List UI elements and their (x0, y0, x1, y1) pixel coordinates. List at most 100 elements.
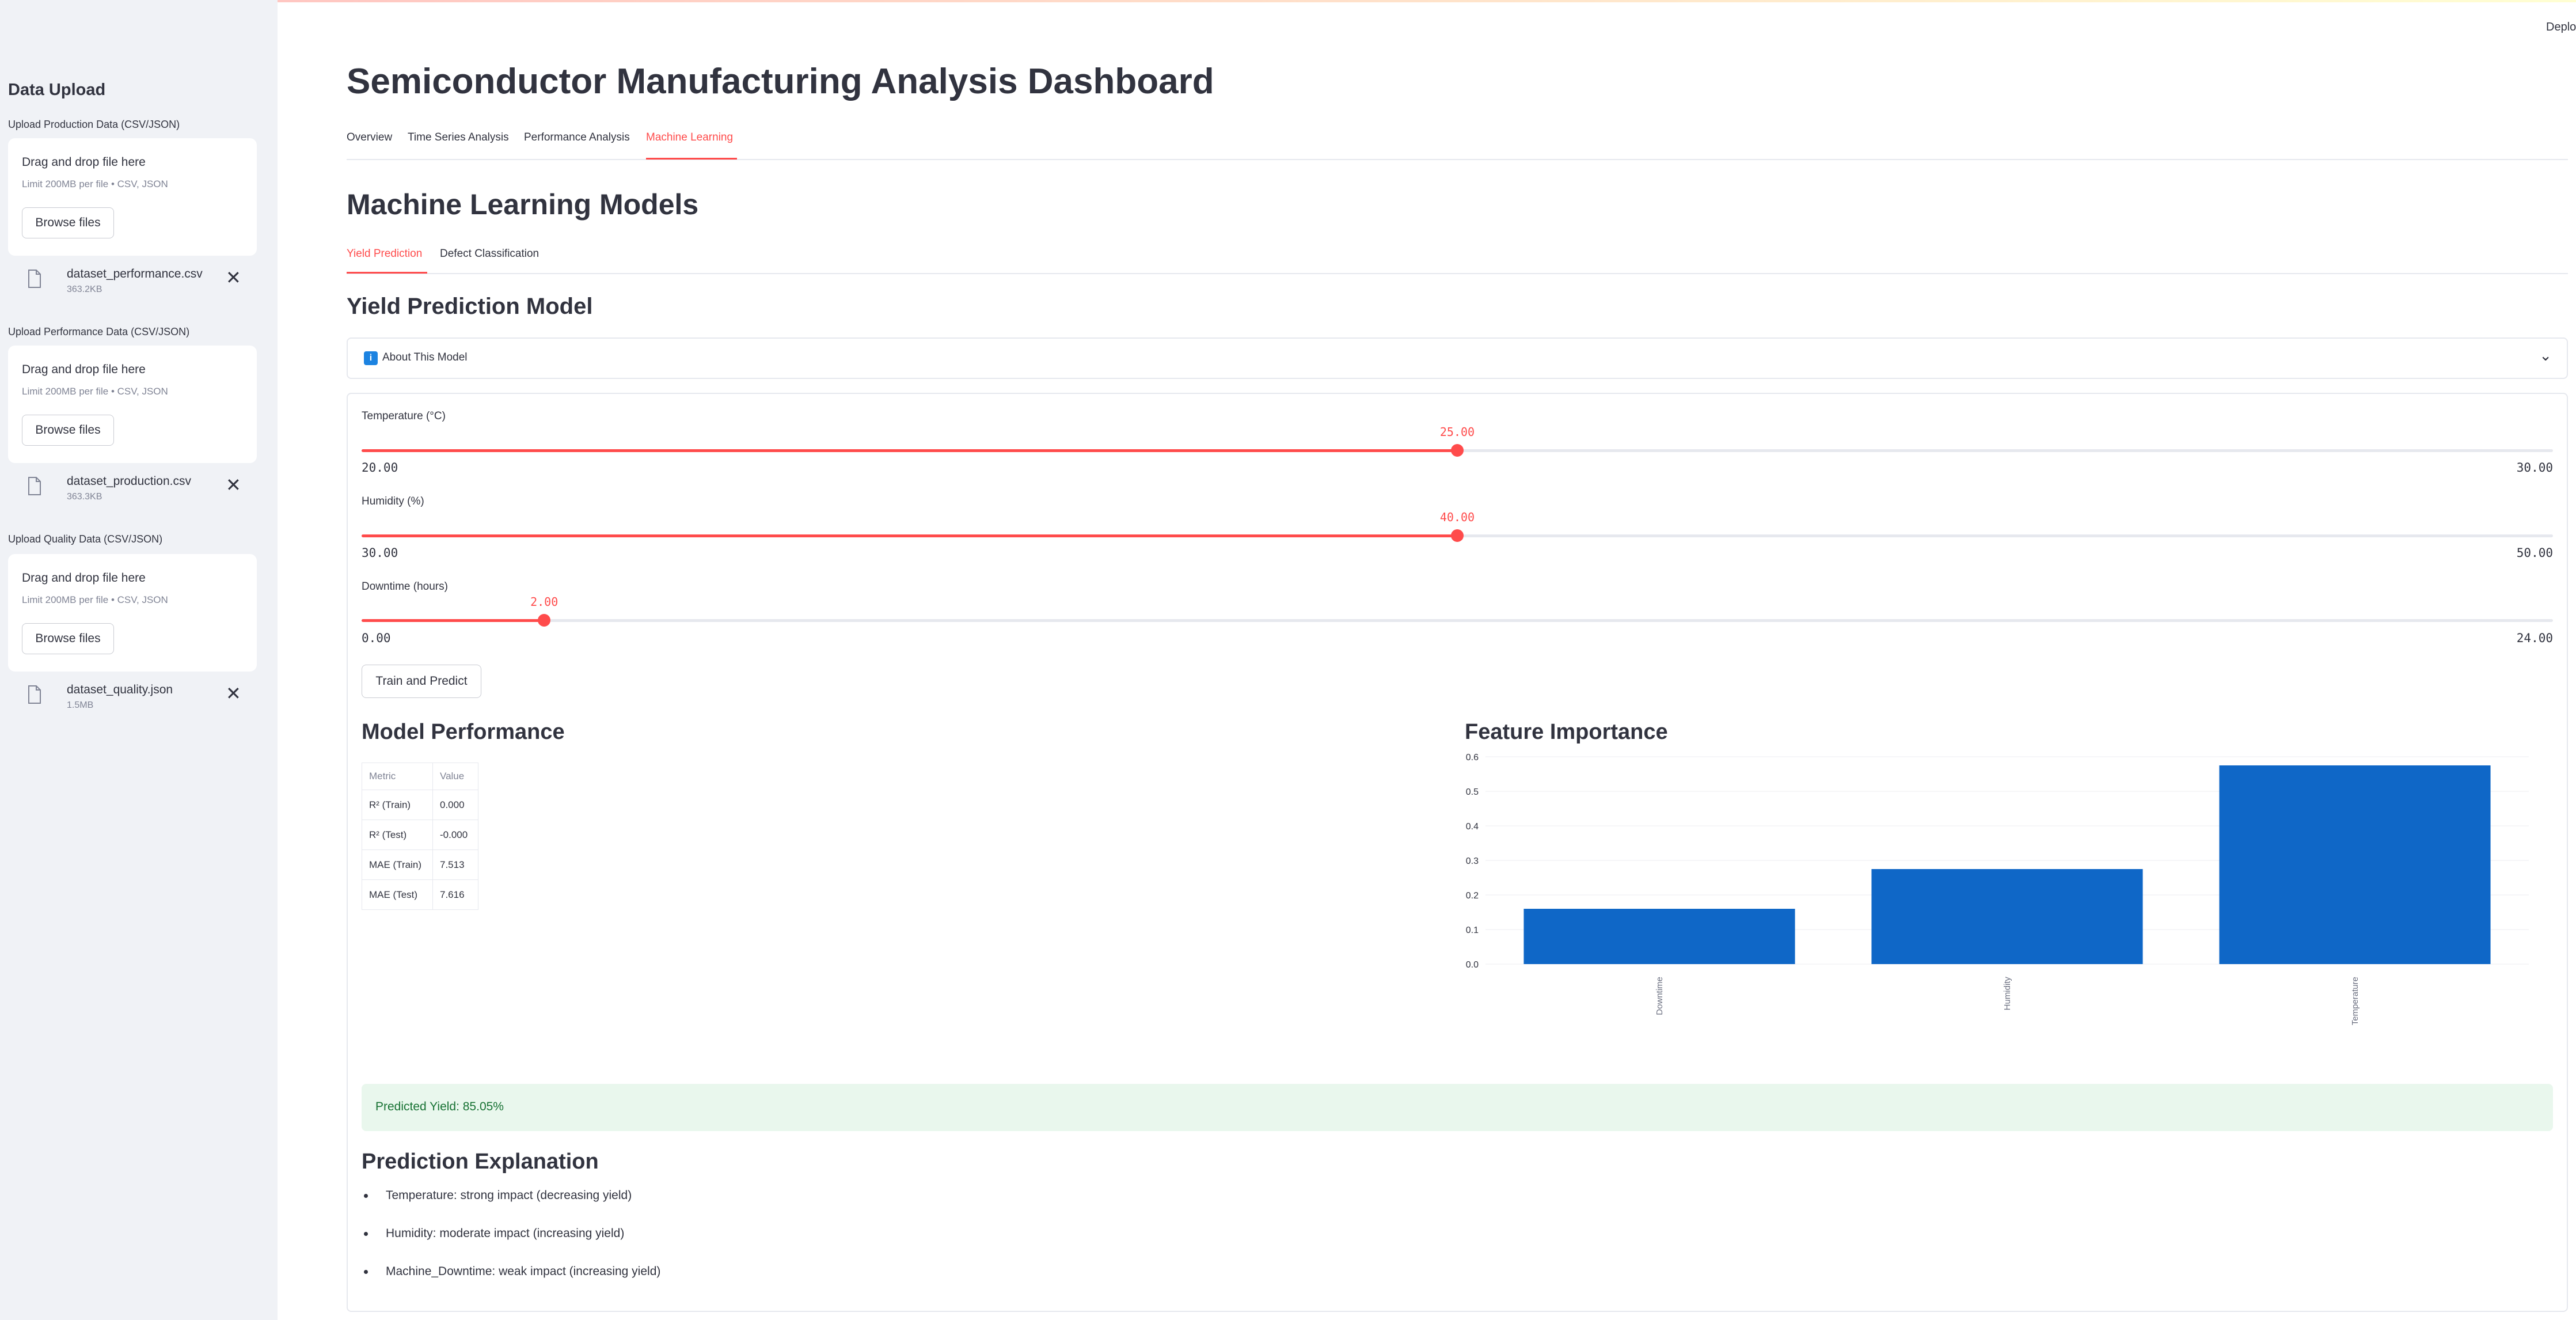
tab-machine-learning[interactable]: Machine Learning (646, 131, 733, 144)
deploy-button[interactable]: Deplo (2546, 21, 2576, 34)
slider-max: 24.00 (2516, 631, 2553, 645)
uploaded-file-row: dataset_production.csv 363.3KB ✕ (8, 471, 257, 506)
remove-file-icon[interactable]: ✕ (226, 266, 241, 289)
y-tick-label: 0.2 (1466, 891, 1479, 901)
upload-quality-label: Upload Quality Data (CSV/JSON) (8, 533, 163, 545)
slider-max: 50.00 (2516, 546, 2553, 560)
temperature-slider-label: Temperature (°C) (362, 410, 446, 422)
upload-production-label: Upload Production Data (CSV/JSON) (8, 119, 180, 130)
y-tick-label: 0.1 (1466, 925, 1479, 935)
y-tick-label: 0.3 (1466, 856, 1479, 866)
browse-files-button[interactable]: Browse files (22, 623, 114, 654)
file-name: dataset_quality.json (67, 683, 173, 696)
dropzone-title: Drag and drop file here (22, 571, 146, 585)
slider-min: 20.00 (362, 461, 398, 475)
file-icon (28, 685, 41, 704)
uploaded-file-row: dataset_quality.json 1.5MB ✕ (8, 680, 257, 714)
remove-file-icon[interactable]: ✕ (226, 682, 241, 705)
y-tick-label: 0.0 (1466, 960, 1479, 970)
x-tick-label: Downtime (1655, 977, 1665, 1015)
browse-files-button[interactable]: Browse files (22, 415, 114, 446)
bar-temperature (2219, 765, 2491, 964)
x-tick-label: Temperature (2350, 977, 2360, 1025)
file-size: 363.3KB (67, 492, 102, 502)
bar-humidity (1871, 869, 2143, 964)
active-tab-indicator (646, 158, 737, 160)
table-row: R² (Test) -0.000 (362, 820, 478, 850)
remove-file-icon[interactable]: ✕ (226, 473, 241, 496)
uploaded-file-row: dataset_performance.csv 363.2KB ✕ (8, 264, 257, 298)
slider-max: 30.00 (2516, 461, 2553, 475)
metric-cell: R² (Train) (362, 790, 433, 820)
slider-fill (362, 449, 1457, 452)
table-row: MAE (Test) 7.616 (362, 879, 478, 910)
slider-value: 25.00 (1439, 425, 1475, 439)
value-cell: -0.000 (432, 820, 478, 850)
file-size: 1.5MB (67, 700, 94, 710)
list-item: Humidity: moderate impact (increasing yi… (362, 1227, 660, 1265)
slider-thumb[interactable] (1451, 444, 1464, 457)
file-icon (28, 270, 41, 288)
main-tabs: Overview Time Series Analysis Performanc… (347, 128, 2568, 160)
value-cell: 7.513 (432, 849, 478, 880)
tab-overview[interactable]: Overview (347, 131, 392, 144)
upload-performance-label: Upload Performance Data (CSV/JSON) (8, 326, 190, 337)
feature-importance-title: Feature Importance (1465, 720, 1668, 744)
y-tick-label: 0.5 (1466, 787, 1479, 797)
metric-cell: R² (Test) (362, 820, 433, 850)
prediction-alert: Predicted Yield: 85.05% (362, 1084, 2553, 1131)
slider-min: 0.00 (362, 631, 391, 645)
file-name: dataset_production.csv (67, 475, 191, 488)
chevron-down-icon: ⌄ (2539, 347, 2552, 364)
table-header-row: Metric Value (362, 763, 478, 790)
model-title: Yield Prediction Model (347, 294, 593, 319)
tab-performance-analysis[interactable]: Performance Analysis (524, 131, 630, 144)
about-model-expander[interactable]: i About This Model ⌄ (347, 337, 2568, 379)
x-tick-label: Humidity (2003, 977, 2012, 1011)
active-subtab-indicator (347, 272, 427, 274)
explanation-list: Temperature: strong impact (decreasing y… (362, 1189, 660, 1303)
production-dropzone[interactable]: Drag and drop file here Limit 200MB per … (8, 138, 257, 256)
slider-thumb[interactable] (538, 614, 551, 627)
y-tick-label: 0.4 (1466, 822, 1479, 832)
value-cell: 0.000 (432, 790, 478, 820)
value-cell: 7.616 (432, 879, 478, 910)
humidity-slider[interactable]: 40.00 (362, 510, 2553, 542)
header-value: Value (432, 763, 478, 790)
list-item: Machine_Downtime: weak impact (increasin… (362, 1265, 660, 1303)
dropzone-limit: Limit 200MB per file • CSV, JSON (22, 594, 168, 605)
sidebar: Data Upload Upload Production Data (CSV/… (0, 0, 278, 1320)
dropzone-title: Drag and drop file here (22, 363, 146, 376)
section-title: Machine Learning Models (347, 188, 699, 221)
page-title: Semiconductor Manufacturing Analysis Das… (347, 62, 1214, 101)
prediction-form: Temperature (°C) 25.00 20.00 30.00 Humid… (347, 393, 2568, 1312)
metric-cell: MAE (Test) (362, 879, 433, 910)
file-icon (28, 477, 41, 495)
predicted-yield-text: Predicted Yield: 85.05% (375, 1100, 504, 1113)
browse-files-button[interactable]: Browse files (22, 207, 114, 238)
tab-yield-prediction[interactable]: Yield Prediction (347, 248, 422, 260)
slider-fill (362, 619, 545, 622)
sidebar-title: Data Upload (8, 81, 106, 99)
top-decoration-bar (0, 0, 2576, 2)
tab-time-series-analysis[interactable]: Time Series Analysis (408, 131, 509, 144)
bar-downtime (1523, 909, 1795, 964)
temperature-slider[interactable]: 25.00 (362, 425, 2553, 457)
y-tick-label: 0.6 (1466, 753, 1479, 763)
tab-defect-classification[interactable]: Defect Classification (440, 248, 539, 260)
performance-dropzone[interactable]: Drag and drop file here Limit 200MB per … (8, 346, 257, 463)
table-row: R² (Train) 0.000 (362, 790, 478, 820)
list-item: Temperature: strong impact (decreasing y… (362, 1189, 660, 1227)
file-name: dataset_performance.csv (67, 267, 203, 280)
downtime-slider[interactable]: 2.00 (362, 595, 2553, 627)
train-and-predict-button[interactable]: Train and Predict (362, 665, 481, 698)
quality-dropzone[interactable]: Drag and drop file here Limit 200MB per … (8, 554, 257, 672)
slider-min: 30.00 (362, 546, 398, 560)
feature-importance-chart: 0.0 0.1 0.2 0.3 0.4 0.5 0.6 Downtime Humidity Tem… (1466, 753, 2529, 1025)
prediction-explanation-title: Prediction Explanation (362, 1150, 599, 1174)
metric-cell: MAE (Train) (362, 849, 433, 880)
model-subtabs: Yield Prediction Defect Classification (347, 244, 2568, 274)
expander-label: About This Model (382, 351, 468, 363)
downtime-slider-label: Downtime (hours) (362, 581, 448, 593)
slider-thumb[interactable] (1451, 529, 1464, 542)
